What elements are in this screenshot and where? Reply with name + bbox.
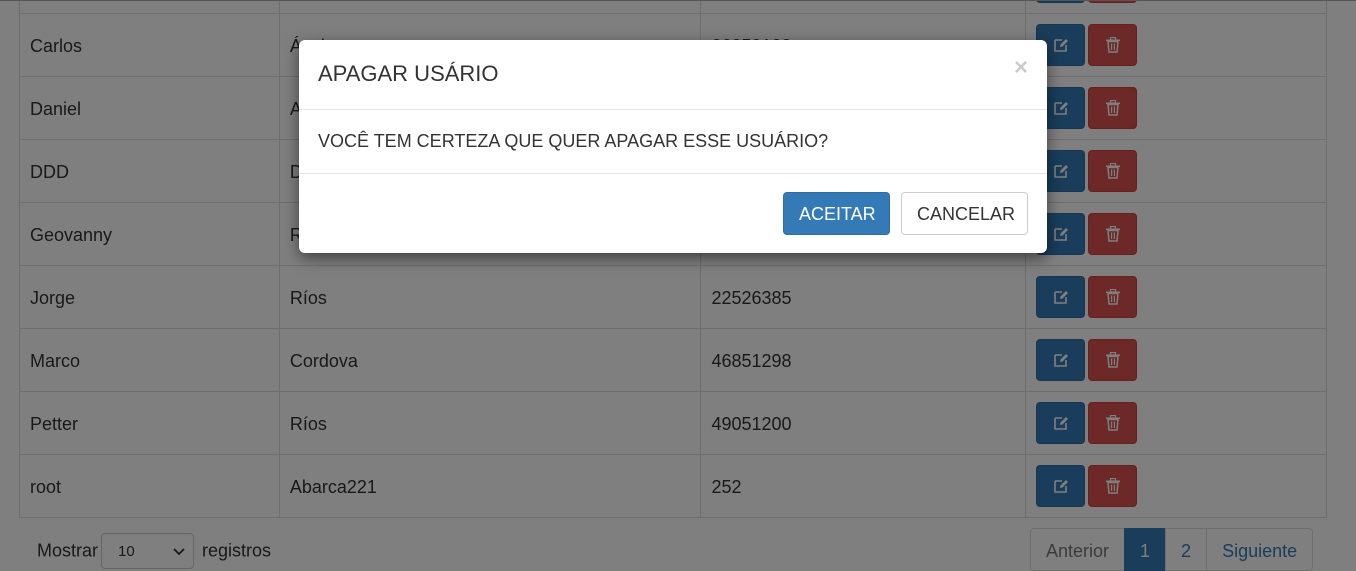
accept-button[interactable]: ACEITAR (783, 192, 890, 235)
modal-body: VOCÊ TEM CERTEZA QUE QUER APAGAR ESSE US… (299, 110, 1047, 174)
delete-user-modal: APAGAR USÁRIO × VOCÊ TEM CERTEZA QUE QUE… (299, 40, 1047, 253)
close-icon[interactable]: × (1014, 56, 1028, 80)
modal-title: APAGAR USÁRIO (318, 61, 499, 86)
cancel-button[interactable]: CANCELAR (901, 192, 1028, 235)
modal-message: VOCÊ TEM CERTEZA QUE QUER APAGAR ESSE US… (318, 131, 829, 151)
modal-header: APAGAR USÁRIO × (299, 40, 1047, 110)
top-divider (0, 0, 1356, 1)
modal-footer: ACEITAR CANCELAR (299, 174, 1047, 252)
